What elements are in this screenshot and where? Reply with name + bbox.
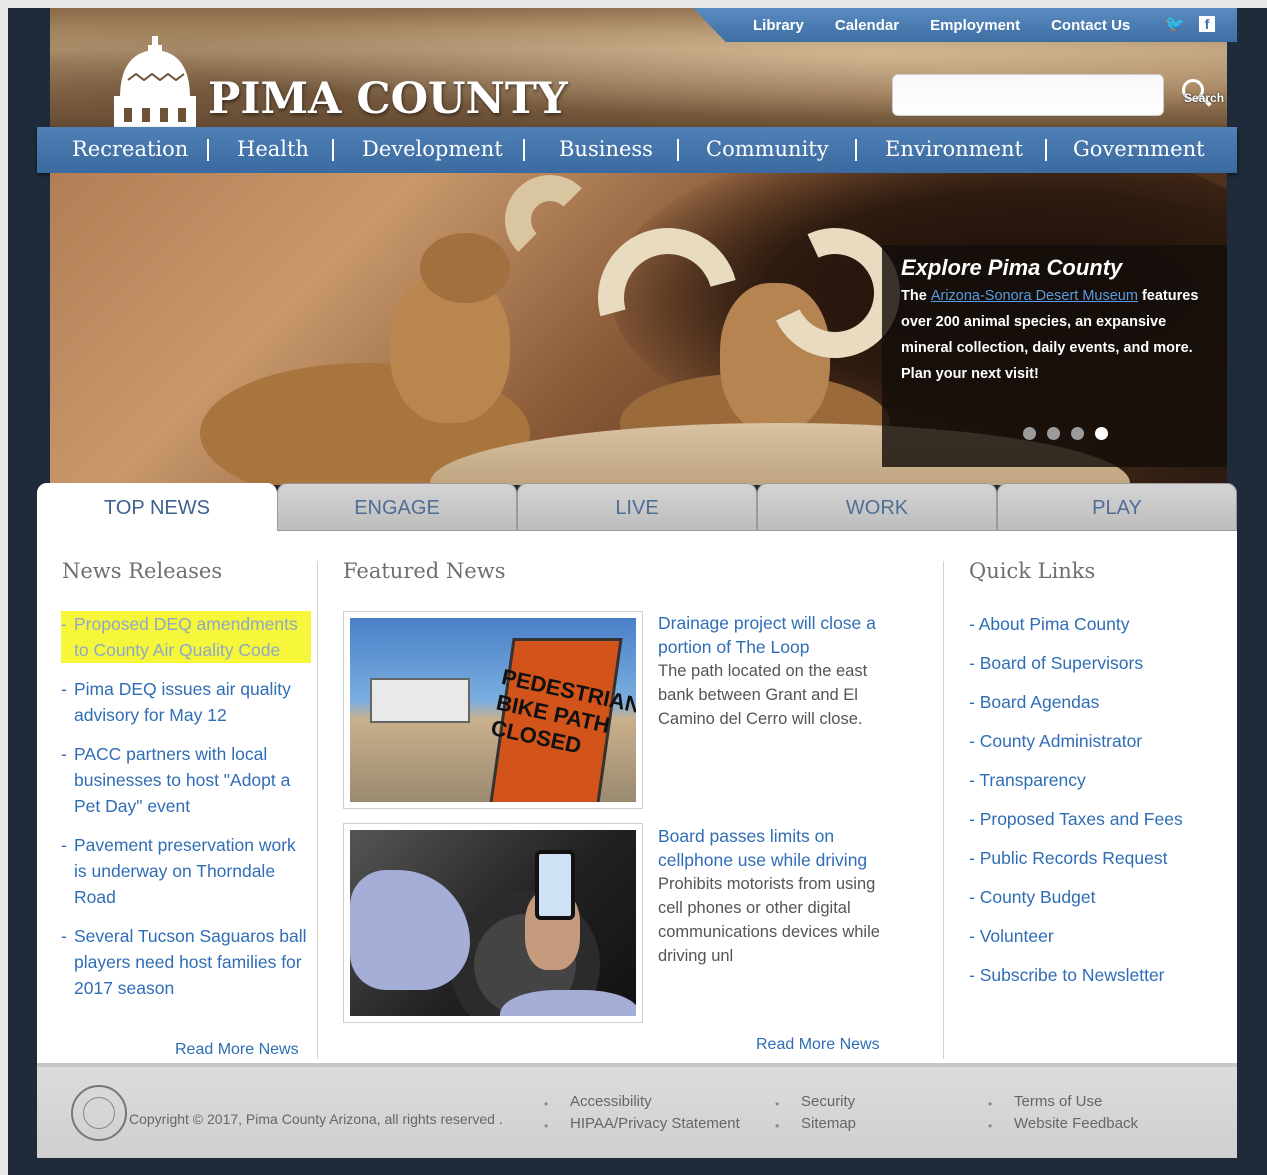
site-footer: Copyright © 2017, Pima County Arizona, a… bbox=[37, 1063, 1237, 1158]
quick-link-transparency[interactable]: - Transparency bbox=[969, 767, 1183, 793]
hero-title: Explore Pima County bbox=[901, 255, 1123, 280]
facebook-icon[interactable]: f bbox=[1199, 16, 1215, 32]
nav-item-development[interactable]: Development bbox=[362, 137, 503, 161]
news-release-link[interactable]: PACC partners with local businesses to h… bbox=[74, 744, 290, 816]
slide-dot-2[interactable] bbox=[1047, 427, 1060, 440]
nav-divider bbox=[523, 139, 525, 161]
search-input[interactable] bbox=[892, 74, 1164, 116]
slide-dot-1[interactable] bbox=[1023, 427, 1036, 440]
nav-divider bbox=[332, 139, 334, 161]
pima-county-logo-icon[interactable] bbox=[112, 36, 198, 128]
hero-link[interactable]: Arizona-Sonora Desert Museum bbox=[931, 288, 1138, 304]
search-button[interactable]: Search bbox=[1178, 77, 1234, 113]
utility-link-employment[interactable]: Employment bbox=[930, 17, 1020, 34]
featured-news-image-2[interactable] bbox=[343, 823, 643, 1023]
quick-link-county-budget[interactable]: - County Budget bbox=[969, 884, 1183, 910]
news-release-item[interactable]: - Several Tucson Saguaros ball players ne… bbox=[61, 923, 311, 1001]
hero-caption: Explore Pima County The Arizona-Sonora D… bbox=[882, 245, 1227, 467]
browser-left-edge bbox=[0, 0, 8, 1175]
content-tabs: TOP NEWS ENGAGE LIVE WORK PLAY bbox=[37, 483, 1237, 533]
footer-link-feedback[interactable]: Website Feedback bbox=[1014, 1115, 1138, 1132]
quick-links-list: - About Pima County - Board of Supervisor… bbox=[969, 611, 1183, 1001]
news-releases-list: - Proposed DEQ amendments to County Air Q… bbox=[61, 611, 311, 1014]
featured-news-image-1[interactable]: PEDESTRIAN BIKE PATH CLOSED bbox=[343, 611, 643, 809]
featured-news-description-1: The path located on the east bank betwee… bbox=[658, 662, 868, 728]
nav-item-government[interactable]: Government bbox=[1073, 137, 1205, 161]
utility-link-calendar[interactable]: Calendar bbox=[835, 17, 899, 34]
news-release-link[interactable]: Pavement preservation work is underway o… bbox=[74, 835, 296, 907]
news-release-item[interactable]: - Pavement preservation work is underway … bbox=[61, 832, 311, 910]
footer-link-security[interactable]: Security bbox=[801, 1093, 855, 1110]
browser-top-edge bbox=[0, 0, 1267, 8]
quick-link-about-pima-county[interactable]: - About Pima County bbox=[969, 611, 1183, 637]
main-nav: Recreation Health Development Business Commu… bbox=[37, 127, 1237, 173]
hero-text: The Arizona-Sonora Desert Museum feature… bbox=[901, 288, 1199, 382]
news-release-link[interactable]: Proposed DEQ amendments to County Air Qu… bbox=[74, 614, 298, 660]
utility-link-contact-us[interactable]: Contact Us bbox=[1051, 17, 1130, 34]
quick-link-subscribe-to-newsletter[interactable]: - Subscribe to Newsletter bbox=[969, 962, 1183, 988]
utility-nav: Library Calendar Employment Contact Us 🐦 f bbox=[693, 8, 1237, 42]
nav-divider bbox=[855, 139, 857, 161]
quick-link-public-records-request[interactable]: - Public Records Request bbox=[969, 845, 1183, 871]
news-release-item[interactable]: - PACC partners with local businesses to … bbox=[61, 741, 311, 819]
footer-link-sitemap[interactable]: Sitemap bbox=[801, 1115, 856, 1132]
footer-link-privacy[interactable]: HIPAA/Privacy Statement bbox=[570, 1115, 740, 1132]
twitter-icon[interactable]: 🐦 bbox=[1165, 16, 1191, 34]
news-releases-heading: News Releases bbox=[62, 559, 223, 583]
nav-item-community[interactable]: Community bbox=[706, 137, 829, 161]
featured-news-description-2: Prohibits motorists from using cell phon… bbox=[658, 875, 880, 965]
copyright-text: Copyright © 2017, Pima County Arizona, a… bbox=[129, 1111, 503, 1127]
county-seal-icon bbox=[71, 1085, 127, 1141]
featured-news-read-more-link[interactable]: Read More News bbox=[756, 1036, 880, 1054]
footer-link-terms[interactable]: Terms of Use bbox=[1014, 1093, 1102, 1110]
tab-play[interactable]: PLAY bbox=[997, 483, 1237, 531]
featured-news-heading: Featured News bbox=[343, 559, 506, 583]
nav-item-environment[interactable]: Environment bbox=[885, 137, 1023, 161]
tab-work[interactable]: WORK bbox=[757, 483, 997, 531]
utility-link-library[interactable]: Library bbox=[753, 17, 804, 34]
quick-link-board-agendas[interactable]: - Board Agendas bbox=[969, 689, 1183, 715]
quick-link-county-administrator[interactable]: - County Administrator bbox=[969, 728, 1183, 754]
content-panel: News Releases Featured News Quick Links … bbox=[37, 531, 1237, 1063]
tab-engage[interactable]: ENGAGE bbox=[277, 483, 517, 531]
slide-indicators bbox=[1023, 427, 1108, 440]
news-release-link[interactable]: Several Tucson Saguaros ball players nee… bbox=[74, 926, 307, 998]
featured-news-title-1[interactable]: Drainage project will close a portion of… bbox=[658, 611, 888, 659]
nav-item-business[interactable]: Business bbox=[559, 137, 653, 161]
nav-item-recreation[interactable]: Recreation bbox=[72, 137, 188, 161]
news-releases-read-more-link[interactable]: Read More News bbox=[175, 1041, 299, 1059]
nav-divider bbox=[677, 139, 679, 161]
footer-link-accessibility[interactable]: Accessibility bbox=[570, 1093, 652, 1110]
featured-news-title-2[interactable]: Board passes limits on cellphone use whi… bbox=[658, 824, 888, 872]
quick-link-proposed-taxes-and-fees[interactable]: - Proposed Taxes and Fees bbox=[969, 806, 1183, 832]
slide-dot-3[interactable] bbox=[1071, 427, 1084, 440]
news-release-item[interactable]: - Pima DEQ issues air quality advisory fo… bbox=[61, 676, 311, 728]
nav-divider bbox=[1045, 139, 1047, 161]
nav-divider bbox=[207, 139, 209, 161]
tab-top-news[interactable]: TOP NEWS bbox=[37, 483, 277, 533]
slide-dot-4[interactable] bbox=[1095, 427, 1108, 440]
tab-live[interactable]: LIVE bbox=[517, 483, 757, 531]
quick-links-heading: Quick Links bbox=[969, 559, 1096, 583]
quick-link-volunteer[interactable]: - Volunteer bbox=[969, 923, 1183, 949]
news-release-link[interactable]: Pima DEQ issues air quality advisory for… bbox=[74, 679, 291, 725]
site-logo-text[interactable]: PIMA COUNTY bbox=[208, 74, 568, 124]
nav-item-health[interactable]: Health bbox=[237, 137, 309, 161]
news-release-item[interactable]: - Proposed DEQ amendments to County Air Q… bbox=[61, 611, 311, 663]
quick-link-board-of-supervisors[interactable]: - Board of Supervisors bbox=[969, 650, 1183, 676]
